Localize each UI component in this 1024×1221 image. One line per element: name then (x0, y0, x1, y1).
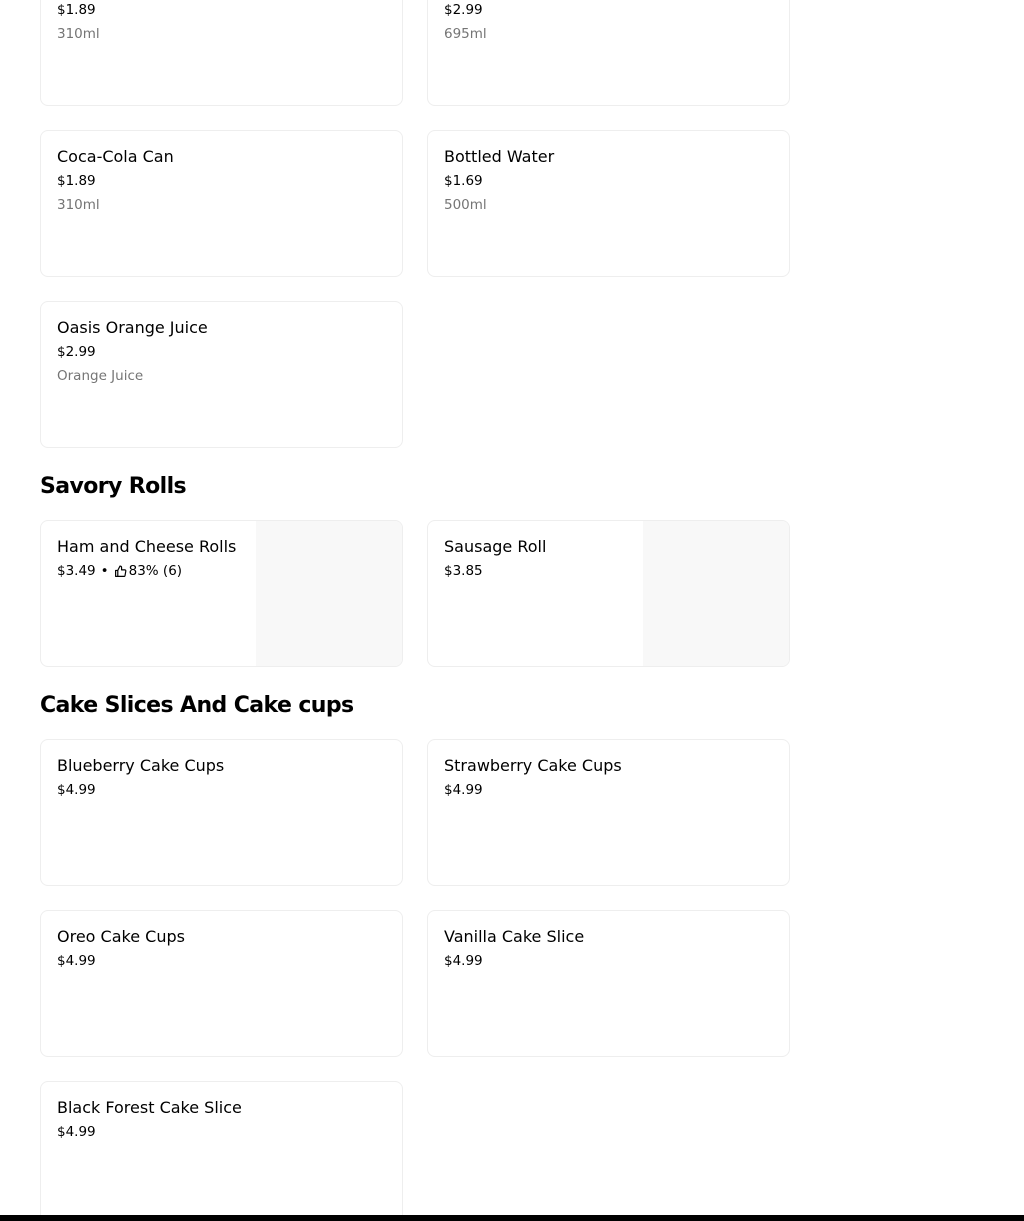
item-title: Blueberry Cake Cups (57, 756, 225, 775)
item-price: $3.49 (57, 563, 96, 579)
separator-dot: • (100, 563, 109, 579)
item-price: $2.99 (444, 2, 483, 18)
item-image-placeholder (643, 521, 789, 666)
menu-page: $1.89 310ml $2.99 695ml Coca-Cola Can $1… (0, 0, 1024, 1221)
item-price: $4.99 (444, 953, 483, 969)
item-price-row: $3.49 • 83% (6) (57, 562, 182, 580)
item-description: 310ml (57, 26, 100, 42)
menu-item-card[interactable]: $1.89 310ml (40, 0, 403, 106)
item-title: Sausage Roll (444, 537, 547, 556)
menu-item-card-vanilla-cake-slice[interactable]: Vanilla Cake Slice $4.99 (427, 910, 790, 1057)
item-price: $4.99 (57, 782, 96, 798)
menu-item-card-sausage-roll[interactable]: Sausage Roll $3.85 (427, 520, 790, 667)
item-price: $4.99 (57, 1124, 96, 1140)
item-title: Oreo Cake Cups (57, 927, 185, 946)
item-price: $2.99 (57, 344, 96, 360)
item-price: $4.99 (444, 782, 483, 798)
item-title: Coca-Cola Can (57, 147, 174, 166)
item-title: Ham and Cheese Rolls (57, 537, 237, 556)
item-description: 500ml (444, 197, 487, 213)
item-title: Black Forest Cake Slice (57, 1098, 242, 1117)
menu-item-card-oasis-orange-juice[interactable]: Oasis Orange Juice $2.99 Orange Juice (40, 301, 403, 448)
menu-item-card-bottled-water[interactable]: Bottled Water $1.69 500ml (427, 130, 790, 277)
section-heading-savory-rolls: Savory Rolls (40, 474, 187, 499)
item-description: 310ml (57, 197, 100, 213)
item-description: Orange Juice (57, 368, 144, 384)
item-image-placeholder (256, 521, 402, 666)
menu-item-card[interactable]: $2.99 695ml (427, 0, 790, 106)
menu-item-card-black-forest-cake-slice[interactable]: Black Forest Cake Slice $4.99 (40, 1081, 403, 1221)
menu-item-card-ham-and-cheese-rolls[interactable]: Ham and Cheese Rolls $3.49 • 83% (6) (40, 520, 403, 667)
item-rating: 83% (6) (128, 563, 183, 579)
item-price: $3.85 (444, 563, 483, 579)
menu-item-card-oreo-cake-cups[interactable]: Oreo Cake Cups $4.99 (40, 910, 403, 1057)
thumbs-up-icon (114, 564, 127, 578)
item-price: $4.99 (57, 953, 96, 969)
bottom-bar (0, 1215, 1024, 1221)
menu-item-card-coca-cola-can[interactable]: Coca-Cola Can $1.89 310ml (40, 130, 403, 277)
item-title: Vanilla Cake Slice (444, 927, 585, 946)
menu-item-card-blueberry-cake-cups[interactable]: Blueberry Cake Cups $4.99 (40, 739, 403, 886)
item-price: $1.69 (444, 173, 483, 189)
section-heading-cake-slices: Cake Slices And Cake cups (40, 693, 354, 718)
item-description: 695ml (444, 26, 487, 42)
item-price: $1.89 (57, 2, 96, 18)
item-title: Strawberry Cake Cups (444, 756, 622, 775)
item-title: Oasis Orange Juice (57, 318, 208, 337)
item-title: Bottled Water (444, 147, 555, 166)
menu-item-card-strawberry-cake-cups[interactable]: Strawberry Cake Cups $4.99 (427, 739, 790, 886)
item-price: $1.89 (57, 173, 96, 189)
